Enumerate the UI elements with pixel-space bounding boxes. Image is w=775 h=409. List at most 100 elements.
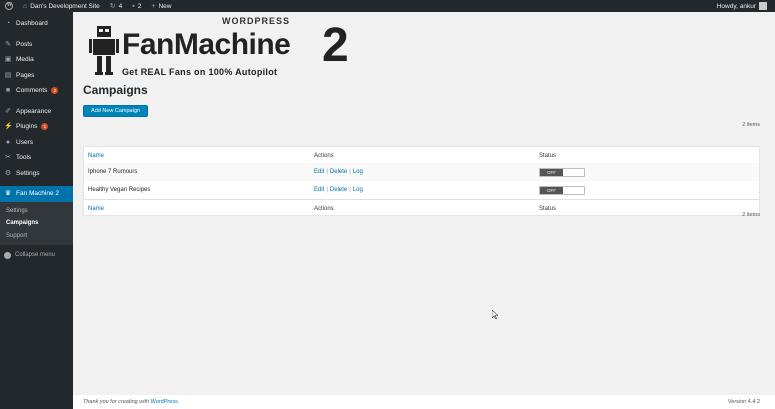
- delete-link[interactable]: Delete: [330, 187, 347, 193]
- site-name-link[interactable]: ⌂ Dan's Development Site: [18, 0, 105, 12]
- main-content: WORDPRESS FanMachine 2 Get REAL Fans on …: [73, 12, 775, 409]
- comments-count: 2: [137, 2, 142, 10]
- admin-sidebar: ◔ Dashboard ✎ Posts ▣ Media ▤ Pages ■ Co…: [0, 12, 73, 409]
- logo-name: FanMachine: [122, 28, 291, 61]
- fan-machine-submenu: Settings Campaigns Support: [0, 201, 73, 245]
- comment-icon: ▪: [132, 2, 135, 10]
- wp-logo-menu[interactable]: [0, 0, 18, 12]
- plugin-icon: ⚡: [4, 123, 13, 131]
- sidebar-item-label: Media: [16, 56, 34, 64]
- sidebar-item-dashboard[interactable]: ◔ Dashboard: [0, 16, 73, 32]
- robot-icon: [89, 26, 119, 75]
- column-status-header: Status: [539, 152, 557, 159]
- mouse-cursor-icon: [492, 310, 498, 319]
- sidebar-item-plugins[interactable]: ⚡ Plugins 1: [0, 119, 73, 135]
- edit-link[interactable]: Edit: [314, 187, 324, 193]
- toggle-off-label: OFF: [540, 168, 563, 176]
- log-link[interactable]: Log: [353, 187, 363, 193]
- sidebar-item-label: Users: [16, 138, 33, 146]
- admin-footer: Thank you for creating with WordPress. V…: [73, 395, 775, 409]
- new-content-link[interactable]: + New: [146, 0, 176, 12]
- row-actions: Edit | Delete | Log: [314, 187, 363, 193]
- admin-bar: ⌂ Dan's Development Site ↻ 4 ▪ 2 + New H…: [0, 0, 775, 12]
- items-count-bottom: 2 items: [742, 212, 760, 218]
- sidebar-item-posts[interactable]: ✎ Posts: [0, 37, 73, 53]
- collapse-label: Collapse menu: [15, 252, 56, 258]
- campaigns-table: Name Actions Status Iphone 7 Rumours Edi…: [83, 146, 760, 216]
- collapse-menu-button[interactable]: Collapse menu: [0, 247, 73, 263]
- status-toggle[interactable]: OFF: [539, 167, 585, 177]
- column-name-header[interactable]: Name: [88, 153, 104, 159]
- media-icon: ▣: [4, 56, 12, 64]
- brush-icon: ✐: [5, 107, 11, 115]
- home-icon: ⌂: [23, 2, 28, 10]
- toggle-off-label: OFF: [540, 186, 563, 194]
- sidebar-item-media[interactable]: ▣ Media: [0, 52, 73, 68]
- column-status-footer: Status: [539, 205, 557, 212]
- logo-wordpress-text: WORDPRESS: [222, 16, 291, 26]
- logo-tagline: Get REAL Fans on 100% Autopilot: [122, 67, 278, 77]
- sidebar-item-label: Tools: [16, 154, 32, 162]
- comments-badge: 2: [51, 87, 59, 95]
- wrench-icon: ✂: [5, 154, 11, 162]
- page-title: Campaigns: [83, 83, 148, 97]
- table-row: Healthy Vegan Recipes Edit | Delete | Log OF…: [84, 181, 759, 199]
- settings-icon: ⚙: [4, 169, 12, 177]
- sidebar-item-appearance[interactable]: ✐ Appearance: [0, 104, 73, 120]
- updates-link[interactable]: ↻ 4: [105, 0, 128, 12]
- sidebar-item-label: Dashboard: [16, 20, 48, 28]
- pages-icon: ▤: [4, 71, 12, 79]
- sidebar-item-users[interactable]: ● Users: [0, 135, 73, 151]
- wordpress-link[interactable]: WordPress.: [151, 399, 180, 405]
- plugins-badge: 1: [41, 123, 49, 131]
- sidebar-item-comments[interactable]: ■ Comments 2: [0, 83, 73, 99]
- refresh-icon: ↻: [109, 2, 116, 10]
- sidebar-item-label: Settings: [16, 169, 40, 177]
- sidebar-item-settings[interactable]: ⚙ Settings: [0, 166, 73, 182]
- footer-thanks: Thank you for creating with WordPress.: [83, 399, 179, 405]
- sidebar-item-label: Comments: [16, 87, 48, 95]
- site-name: Dan's Development Site: [30, 2, 100, 10]
- column-actions-footer: Actions: [314, 205, 334, 212]
- items-count-top: 2 items: [742, 122, 760, 128]
- sidebar-item-label: Posts: [16, 40, 33, 48]
- edit-link[interactable]: Edit: [314, 169, 324, 175]
- logo-number: 2: [322, 19, 349, 72]
- avatar: [759, 2, 767, 10]
- sidebar-item-label: Plugins: [16, 123, 38, 131]
- sidebar-item-label: Appearance: [16, 107, 52, 115]
- sidebar-item-label: Pages: [16, 71, 35, 79]
- submenu-item-settings[interactable]: Settings: [0, 205, 73, 218]
- comments-link[interactable]: ▪ 2: [127, 0, 146, 12]
- howdy-text: Howdy, ankur: [716, 2, 756, 10]
- sidebar-item-label: Fan Machine 2: [16, 190, 59, 198]
- delete-link[interactable]: Delete: [330, 169, 347, 175]
- campaign-name: Healthy Vegan Recipes: [88, 187, 151, 193]
- pin-icon: ✎: [5, 40, 11, 48]
- submenu-item-campaigns[interactable]: Campaigns: [0, 217, 73, 230]
- log-link[interactable]: Log: [353, 169, 363, 175]
- users-icon: ●: [5, 138, 11, 146]
- table-footer: Name Actions Status: [84, 199, 759, 217]
- fanmachine-logo: WORDPRESS FanMachine 2 Get REAL Fans on …: [87, 16, 377, 80]
- comments-icon: ■: [5, 87, 11, 95]
- sidebar-item-tools[interactable]: ✂ Tools: [0, 150, 73, 166]
- campaign-name: Iphone 7 Rumours: [88, 169, 138, 175]
- status-toggle[interactable]: OFF: [539, 185, 585, 195]
- submenu-item-support[interactable]: Support: [0, 230, 73, 243]
- fanmachine-icon: ♛: [4, 190, 12, 198]
- sidebar-item-pages[interactable]: ▤ Pages: [0, 68, 73, 84]
- updates-count: 4: [118, 2, 123, 10]
- sidebar-item-fan-machine[interactable]: ♛ Fan Machine 2: [0, 186, 73, 202]
- row-actions: Edit | Delete | Log: [314, 169, 363, 175]
- table-row: Iphone 7 Rumours Edit | Delete | Log OFF: [84, 163, 759, 181]
- new-label: New: [158, 2, 172, 10]
- add-new-campaign-button[interactable]: Add New Campaign: [83, 105, 148, 117]
- dashboard-icon: ◔: [5, 20, 11, 28]
- column-name-footer[interactable]: Name: [88, 206, 104, 212]
- wordpress-logo-icon: [5, 2, 13, 10]
- version-text: Version 4.4.2: [727, 399, 760, 405]
- my-account[interactable]: Howdy, ankur: [717, 0, 767, 12]
- column-actions-header: Actions: [314, 152, 334, 159]
- footer-thanks-text: Thank you for creating with: [83, 399, 150, 405]
